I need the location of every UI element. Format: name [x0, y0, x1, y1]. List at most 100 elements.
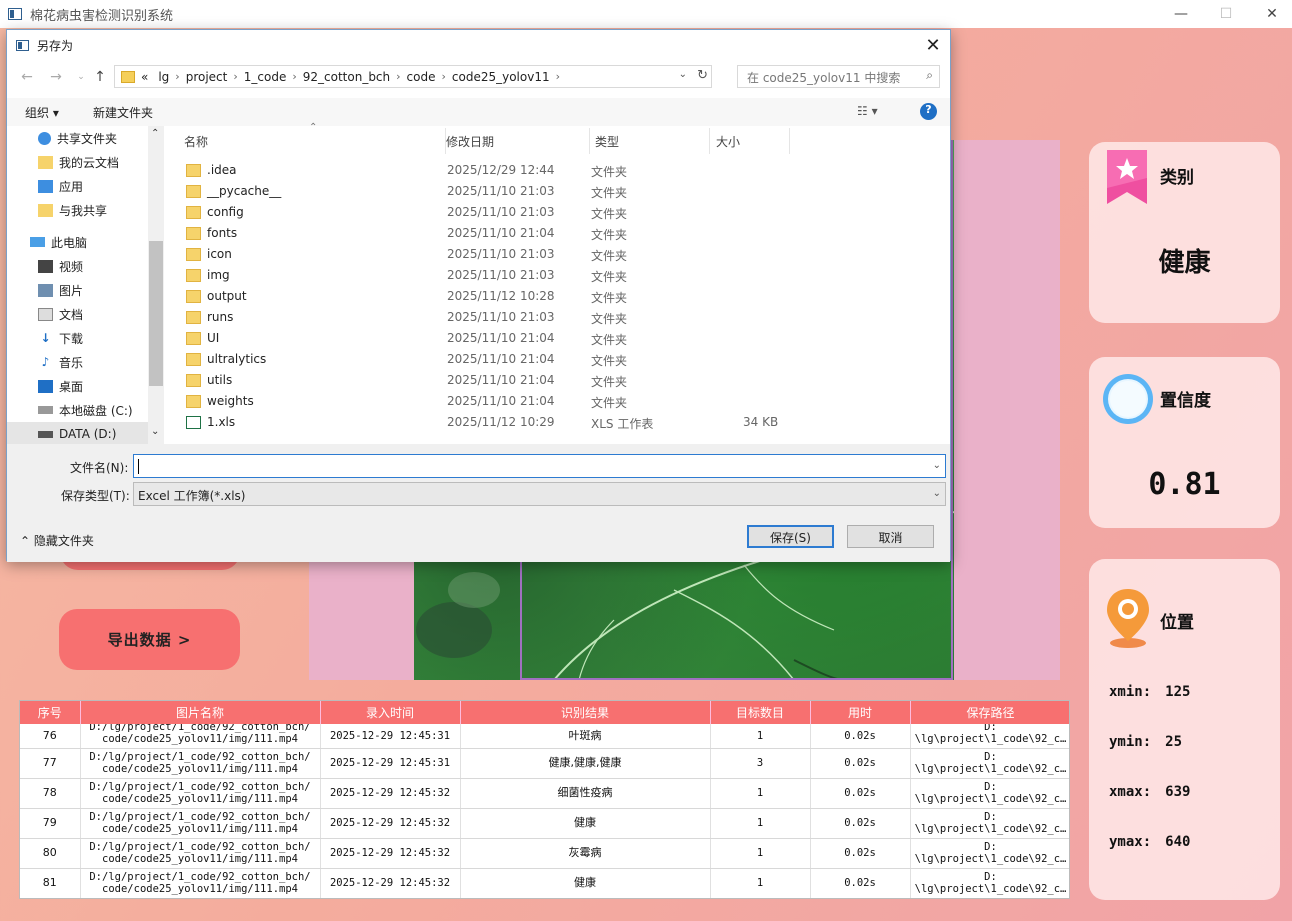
table-row[interactable]: 80 D:/lg/project/1_code/92_cotton_bch/co…: [20, 838, 1069, 869]
filetype-label: 保存类型(T):: [61, 489, 130, 503]
tree-item-apps[interactable]: 应用: [38, 174, 164, 198]
folder-icon: [186, 353, 201, 366]
folder-icon: [38, 203, 53, 217]
file-row[interactable]: icon 2025/11/10 21:03 文件夹: [186, 245, 946, 266]
file-row[interactable]: runs 2025/11/10 21:03 文件夹: [186, 308, 946, 329]
help-icon[interactable]: ?: [920, 103, 937, 120]
search-input[interactable]: 在 code25_yolov11 中搜索 ⌕: [737, 65, 940, 88]
address-bar[interactable]: « lg › project › 1_code › 92_cotton_bch › co…: [114, 65, 712, 88]
cancel-button[interactable]: 取消: [847, 525, 934, 548]
minimize-button[interactable]: —: [1158, 0, 1204, 28]
table-header: 序号 图片名称 录入时间 识别结果 目标数目 用时 保存路径: [20, 701, 1069, 724]
col-header[interactable]: 保存路径: [910, 701, 1069, 724]
tree-item-shared-folder[interactable]: 共享文件夹: [38, 126, 164, 150]
sort-ascending-icon: ⌃: [309, 122, 318, 133]
search-icon: ⌕: [926, 68, 933, 82]
forward-arrow-icon[interactable]: →: [46, 67, 66, 87]
category-card: 类别 健康: [1089, 142, 1280, 323]
address-dropdown-icon[interactable]: ⌄: [679, 69, 687, 80]
new-folder-button[interactable]: 新建文件夹: [93, 104, 153, 121]
save-button[interactable]: 保存(S): [747, 525, 834, 548]
breadcrumb-separator-icon: ›: [441, 70, 446, 83]
folder-icon: [186, 374, 201, 387]
desktop-icon: [38, 379, 53, 393]
drive-icon: [38, 430, 53, 438]
hide-folders-toggle[interactable]: ⌃ 隐藏文件夹: [20, 532, 94, 549]
tree-item-downloads[interactable]: ↓ 下载: [38, 326, 164, 350]
file-row[interactable]: ultralytics 2025/11/10 21:04 文件夹: [186, 350, 946, 371]
confidence-ring-icon: [1103, 374, 1153, 424]
bookmark-star-icon: [1107, 150, 1147, 204]
file-row[interactable]: __pycache__ 2025/11/10 21:03 文件夹: [186, 182, 946, 203]
close-button[interactable]: ✕: [1249, 0, 1292, 28]
refresh-icon[interactable]: ↻: [697, 68, 708, 83]
breadcrumb-item[interactable]: code: [407, 70, 436, 84]
col-header[interactable]: 图片名称: [80, 701, 321, 724]
file-row[interactable]: fonts 2025/11/10 21:04 文件夹: [186, 224, 946, 245]
maximize-button[interactable]: ☐: [1203, 0, 1249, 28]
up-arrow-icon[interactable]: ↑: [90, 67, 110, 87]
col-header[interactable]: 录入时间: [320, 701, 461, 724]
folder-icon: [186, 248, 201, 261]
table-row[interactable]: 81 D:/lg/project/1_code/92_cotton_bch/co…: [20, 868, 1069, 898]
scroll-thumb[interactable]: [149, 241, 163, 386]
column-name[interactable]: 名称: [184, 126, 208, 156]
tree-item-drive-d[interactable]: DATA (D:): [7, 422, 148, 444]
table-row[interactable]: 77 D:/lg/project/1_code/92_cotton_bch/co…: [20, 748, 1069, 779]
filename-input[interactable]: ⌄: [133, 454, 946, 478]
col-header[interactable]: 目标数目: [710, 701, 811, 724]
tree-scrollbar[interactable]: ⌃ ⌄: [148, 126, 164, 444]
tree-item-shared-with-me[interactable]: 与我共享: [38, 198, 164, 222]
file-list: ⌃ 名称 修改日期 类型 大小 .idea 2025/12/29 12:44 文件夹…: [164, 122, 950, 444]
table-row[interactable]: 76 D:/lg/project/1_code/92_cotton_bch/co…: [20, 724, 1069, 749]
ymin-row: ymin: 25: [1109, 734, 1183, 750]
tree-item-drive-c[interactable]: 本地磁盘 (C:): [38, 398, 164, 422]
recent-chevron-icon[interactable]: ⌄: [71, 67, 91, 87]
breadcrumb-item[interactable]: lg: [158, 70, 169, 84]
breadcrumb-item[interactable]: 92_cotton_bch: [303, 70, 390, 84]
computer-icon: [30, 237, 45, 247]
file-row[interactable]: UI 2025/11/10 21:04 文件夹: [186, 329, 946, 350]
tree-item-documents[interactable]: 文档: [38, 302, 164, 326]
table-row[interactable]: 79 D:/lg/project/1_code/92_cotton_bch/co…: [20, 808, 1069, 839]
confidence-title: 置信度: [1160, 391, 1211, 411]
file-row[interactable]: img 2025/11/10 21:03 文件夹: [186, 266, 946, 287]
breadcrumb-overflow[interactable]: «: [141, 70, 148, 84]
tree-item-pictures[interactable]: 图片: [38, 278, 164, 302]
column-date[interactable]: 修改日期: [446, 126, 494, 156]
table-row[interactable]: 78 D:/lg/project/1_code/92_cotton_bch/co…: [20, 778, 1069, 809]
filename-dropdown-icon[interactable]: ⌄: [933, 460, 941, 471]
file-row[interactable]: output 2025/11/12 10:28 文件夹: [186, 287, 946, 308]
col-header[interactable]: 序号: [20, 701, 81, 724]
tree-item-music[interactable]: ♪ 音乐: [38, 350, 164, 374]
confidence-card: 置信度 0.81: [1089, 357, 1280, 528]
file-row[interactable]: weights 2025/11/10 21:04 文件夹: [186, 392, 946, 413]
tree-item-videos[interactable]: 视频: [38, 254, 164, 278]
file-row[interactable]: .idea 2025/12/29 12:44 文件夹: [186, 161, 946, 182]
file-row[interactable]: utils 2025/11/10 21:04 文件夹: [186, 371, 946, 392]
breadcrumb-item[interactable]: 1_code: [244, 70, 287, 84]
file-row[interactable]: config 2025/11/10 21:03 文件夹: [186, 203, 946, 224]
dialog-close-button[interactable]: ✕: [920, 32, 946, 58]
col-header[interactable]: 用时: [810, 701, 911, 724]
file-row[interactable]: 1.xls 2025/11/12 10:29 XLS 工作表 34 KB: [186, 413, 946, 434]
folder-icon: [121, 70, 135, 83]
tree-item-desktop[interactable]: 桌面: [38, 374, 164, 398]
tree-item-this-pc[interactable]: 此电脑: [30, 230, 164, 254]
tree-item-cloud-docs[interactable]: 我的云文档: [38, 150, 164, 174]
export-data-button[interactable]: 导出数据 >: [59, 609, 240, 670]
column-type[interactable]: 类型: [595, 126, 619, 156]
breadcrumb-item[interactable]: code25_yolov11: [452, 70, 550, 84]
filetype-select[interactable]: Excel 工作簿(*.xls) ⌄: [133, 482, 946, 506]
filetype-dropdown-icon[interactable]: ⌄: [933, 488, 941, 499]
breadcrumb-separator-icon: ›: [175, 70, 180, 83]
organize-button[interactable]: 组织 ▾: [25, 104, 59, 121]
col-header[interactable]: 识别结果: [460, 701, 711, 724]
view-options-icon[interactable]: ☷ ▾: [857, 104, 878, 118]
ymax-row: ymax: 640: [1109, 834, 1191, 850]
back-arrow-icon[interactable]: ←: [17, 67, 37, 87]
breadcrumb-item[interactable]: project: [186, 70, 228, 84]
results-table[interactable]: 序号 图片名称 录入时间 识别结果 目标数目 用时 保存路径 76 D:/lg/…: [19, 700, 1070, 899]
xmin-row: xmin: 125: [1109, 684, 1191, 700]
column-size[interactable]: 大小: [716, 126, 740, 156]
